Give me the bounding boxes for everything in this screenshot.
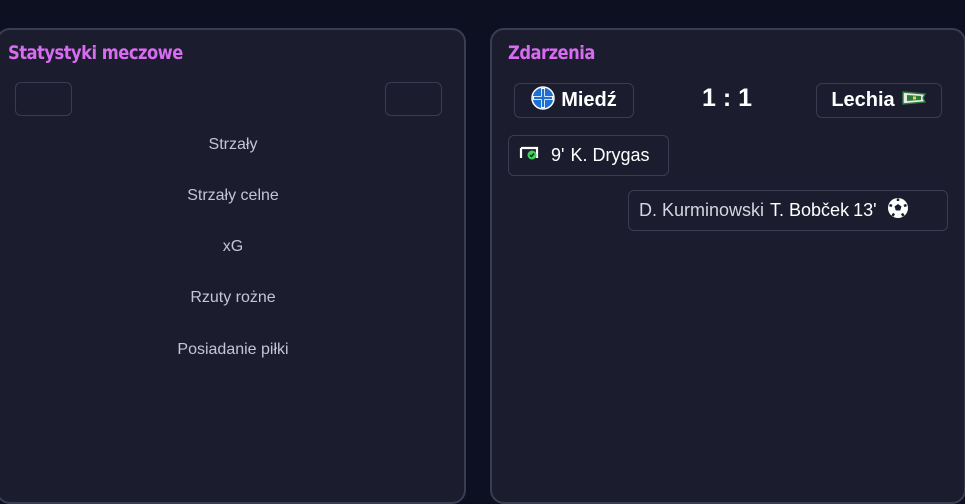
event-player: T. Bobček	[770, 200, 850, 220]
match-events-panel: Zdarzenia Miedź 1 : 1 Lechia 9' K. Dryga…	[490, 28, 965, 504]
event-minute: 13'	[853, 200, 877, 220]
away-team-logo-placeholder	[385, 82, 442, 116]
miedz-crest-icon	[531, 85, 555, 116]
event-minute: 9'	[551, 145, 565, 165]
away-team-name: Lechia	[831, 89, 895, 111]
event-goal-away[interactable]: D. Kurminowski T. Bobček 13'	[628, 190, 948, 231]
event-goal-home[interactable]: 9' K. Drygas	[508, 135, 669, 176]
penalty-goal-icon	[519, 144, 541, 167]
away-team-chip[interactable]: Lechia	[816, 83, 942, 118]
stat-label-corners: Rzuty rożne	[190, 289, 276, 306]
lechia-crest-icon	[901, 89, 927, 113]
soccer-ball-icon	[887, 197, 909, 224]
home-team-chip[interactable]: Miedź	[514, 83, 634, 118]
stat-label-xg: xG	[222, 238, 244, 255]
events-panel-title: Zdarzenia	[508, 42, 595, 64]
stat-label-shots-on-target: Strzały celne	[187, 187, 279, 204]
event-assist-player: D. Kurminowski	[639, 200, 765, 220]
match-stats-panel: Statystyki meczowe Strzały Strzały celne…	[0, 28, 466, 504]
stat-label-possession: Posiadanie piłki	[177, 341, 289, 358]
stats-panel-title: Statystyki meczowe	[8, 42, 183, 64]
stat-label-shots: Strzały	[208, 136, 258, 153]
home-team-name: Miedź	[561, 89, 617, 111]
event-player: K. Drygas	[570, 145, 650, 165]
match-score: 1 : 1	[701, 84, 753, 112]
home-team-logo-placeholder	[15, 82, 72, 116]
